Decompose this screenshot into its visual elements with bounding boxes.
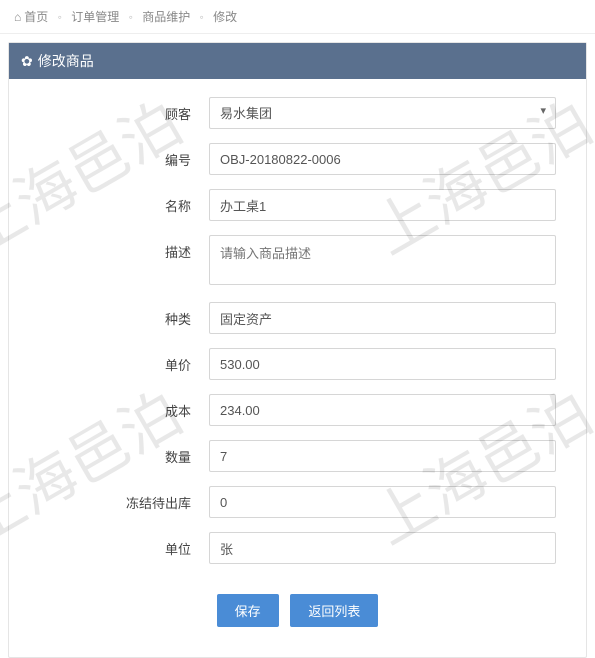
- breadcrumb-order-mgmt[interactable]: 订单管理: [71, 10, 119, 24]
- breadcrumb-edit: 修改: [213, 10, 237, 24]
- breadcrumb-product-maint[interactable]: 商品维护: [142, 10, 190, 24]
- label-customer: 顾客: [39, 97, 209, 123]
- cost-input[interactable]: [209, 394, 556, 426]
- label-quantity: 数量: [39, 440, 209, 466]
- label-code: 编号: [39, 143, 209, 169]
- form-actions: 保存 返回列表: [39, 594, 556, 627]
- breadcrumb: ⌂首页 ◦ 订单管理 ◦ 商品维护 ◦ 修改: [0, 0, 595, 34]
- name-input[interactable]: [209, 189, 556, 221]
- breadcrumb-home[interactable]: 首页: [24, 10, 48, 24]
- breadcrumb-sep: ◦: [58, 10, 62, 24]
- customer-select[interactable]: 易水集团: [209, 97, 556, 129]
- save-button[interactable]: 保存: [217, 594, 279, 627]
- home-icon: ⌂: [14, 10, 21, 24]
- unit-input[interactable]: [209, 532, 556, 564]
- label-category: 种类: [39, 302, 209, 328]
- panel-header: ✿ 修改商品: [9, 43, 586, 79]
- label-unit: 单位: [39, 532, 209, 558]
- label-description: 描述: [39, 235, 209, 261]
- panel-body: 顾客 易水集团 编号 名称 描述 种类: [9, 79, 586, 657]
- category-input[interactable]: [209, 302, 556, 334]
- back-button[interactable]: 返回列表: [290, 594, 378, 627]
- frozen-out-input[interactable]: [209, 486, 556, 518]
- label-unit-price: 单价: [39, 348, 209, 374]
- panel-title: 修改商品: [38, 53, 94, 69]
- breadcrumb-sep: ◦: [129, 10, 133, 24]
- label-cost: 成本: [39, 394, 209, 420]
- code-input[interactable]: [209, 143, 556, 175]
- description-textarea[interactable]: [209, 235, 556, 285]
- label-frozen-out: 冻结待出库: [39, 486, 209, 512]
- label-name: 名称: [39, 189, 209, 215]
- edit-product-panel: ✿ 修改商品 顾客 易水集团 编号 名称 描述: [8, 42, 587, 658]
- breadcrumb-sep: ◦: [200, 10, 204, 24]
- quantity-input[interactable]: [209, 440, 556, 472]
- unit-price-input[interactable]: [209, 348, 556, 380]
- gear-icon: ✿: [21, 53, 33, 69]
